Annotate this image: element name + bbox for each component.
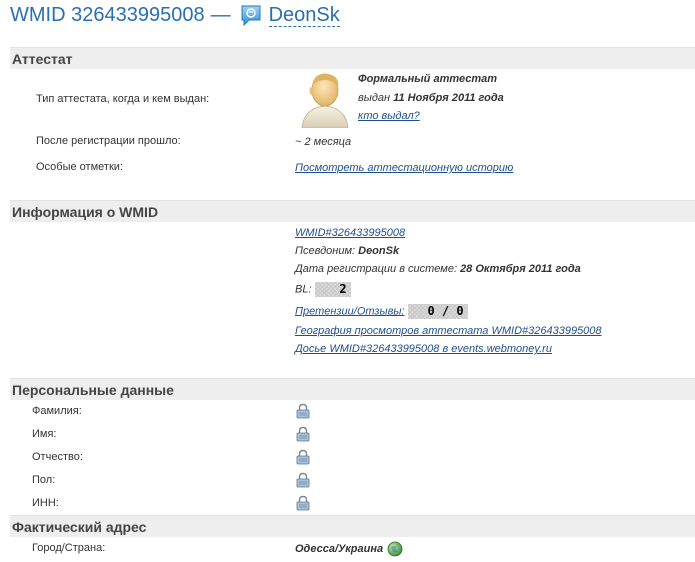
lock-icon [296, 426, 310, 442]
pseudonym-value: DeonSk [358, 245, 400, 257]
dossier-link[interactable]: Досье WMID#326433995008 в events.webmone… [295, 343, 552, 355]
since-registration-label: После регистрации прошло: [36, 135, 181, 147]
claims-link[interactable]: Претензии/Отзывы: [295, 305, 405, 317]
section-title-attestat: Аттестат [12, 51, 73, 67]
registration-date-value: 28 Октября 2011 года [460, 263, 581, 275]
section-title-personal: Персональные данные [12, 382, 174, 398]
attestat-type-label: Тип аттестата, когда и кем выдан: [36, 93, 210, 105]
wmid-link[interactable]: WMID#326433995008 [295, 227, 405, 239]
claims-row: Претензии/Отзывы: 0 / 0 [295, 304, 468, 319]
gender-label: Пол: [32, 474, 56, 486]
lock-icon [296, 449, 310, 465]
lock-icon [296, 472, 310, 488]
attestat-issued-date: 11 Ноября 2011 года [393, 92, 504, 104]
city-country-value: Одесса/Украина [295, 542, 384, 555]
section-personal: Персональные данные [10, 378, 695, 400]
title-separator: — [210, 3, 231, 26]
surname-label: Фамилия: [32, 405, 82, 417]
user-avatar-icon [301, 73, 349, 128]
section-title-address: Фактический адрес [12, 519, 147, 535]
section-attestat: Аттестат [10, 47, 695, 69]
pseudonym-row: Псевдоним: DeonSk [295, 245, 400, 257]
name-label: Имя: [32, 428, 57, 440]
lock-icon [296, 403, 310, 419]
nickname-link[interactable]: DeonSk [268, 4, 340, 27]
bl-value: 2 [315, 282, 351, 297]
wmid-title: WMID 326433995008 [10, 3, 205, 26]
chat-bubble-icon[interactable] [239, 3, 263, 27]
section-title-wmid-info: Информация о WMID [12, 204, 159, 220]
city-country-row: Одесса/Украина [295, 541, 403, 557]
section-wmid-info: Информация о WMID [10, 200, 695, 222]
attestat-issued: выдан 11 Ноября 2011 года [358, 92, 504, 104]
since-registration-value: ~ 2 месяца [295, 136, 352, 148]
page-header: WMID 326433995008 — DeonSk [10, 2, 340, 28]
attestat-history-link[interactable]: Посмотреть аттестационную историю [295, 162, 513, 174]
lock-icon [296, 495, 310, 511]
special-notes-label: Особые отметки: [36, 161, 123, 173]
globe-icon[interactable] [387, 541, 403, 557]
registration-date-row: Дата регистрации в системе: 28 Октября 2… [295, 263, 581, 275]
geo-views-link[interactable]: География просмотров аттестата WMID#3264… [295, 325, 602, 337]
section-address: Фактический адрес [10, 515, 695, 537]
attestat-type-value: Формальный аттестат [358, 73, 498, 85]
city-country-label: Город/Страна: [32, 542, 106, 554]
bl-row: BL: 2 [295, 282, 351, 297]
claims-value: 0 / 0 [408, 304, 468, 319]
patronymic-label: Отчество: [32, 451, 83, 463]
inn-label: ИНН: [32, 497, 59, 509]
who-issued-link[interactable]: кто выдал? [358, 110, 420, 122]
